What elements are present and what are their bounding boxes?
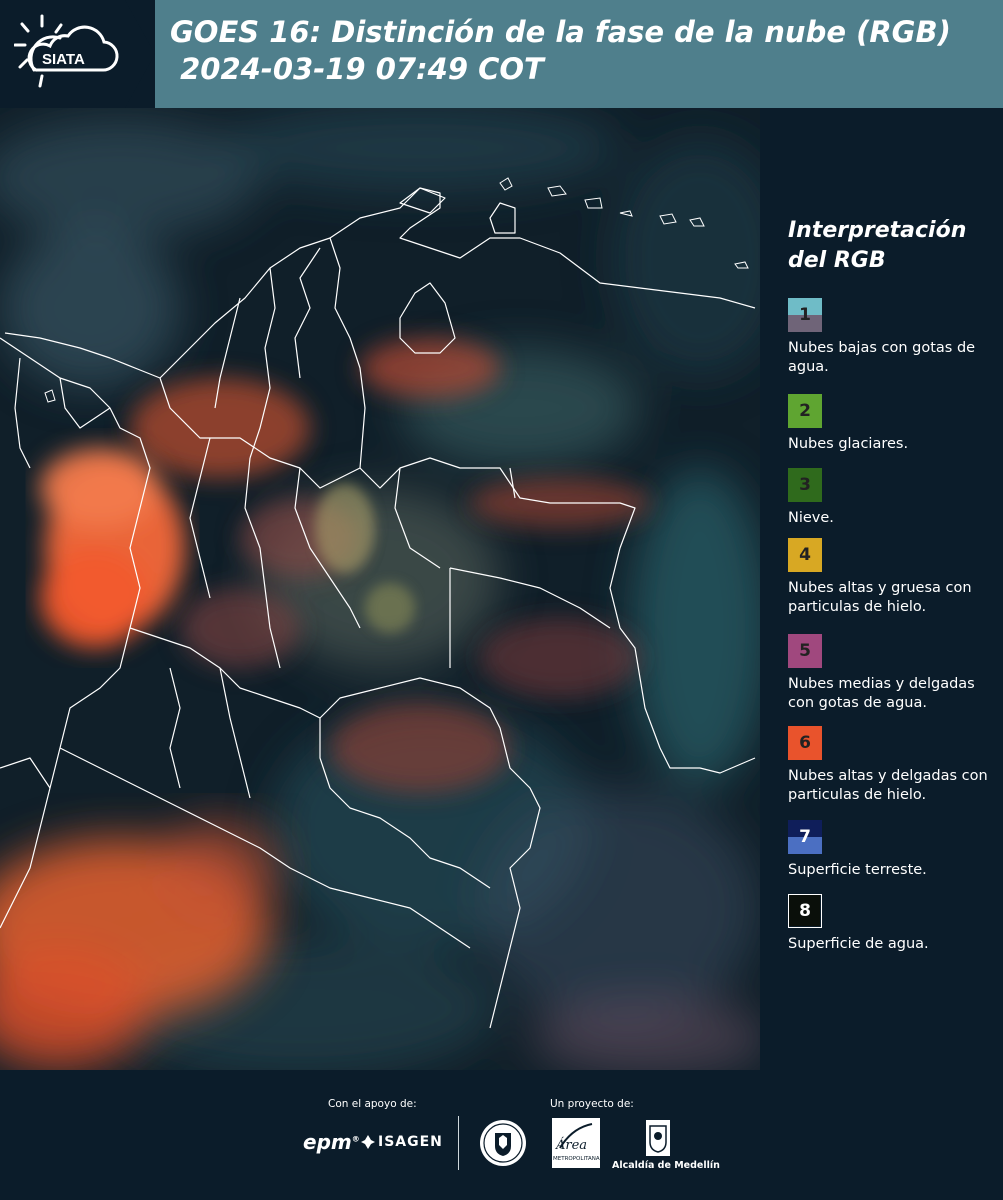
legend-swatch-8: 8	[788, 894, 822, 928]
logo-arrow-shape	[125, 0, 155, 108]
legend-item-8: 8 Superficie de agua.	[788, 894, 998, 954]
siata-logo-text: SIATA	[42, 51, 85, 68]
legend-swatch-2: 2	[788, 394, 822, 428]
legend-swatch-7: 7	[788, 820, 822, 854]
legend-swatch-1: 1	[788, 298, 822, 332]
legend-number-1: 1	[799, 305, 811, 325]
antioquia-seal-icon	[480, 1120, 526, 1166]
legend-number-5: 5	[799, 641, 811, 661]
footer-divider	[458, 1116, 459, 1170]
legend-number-3: 3	[799, 475, 811, 495]
epm-logo-text: epm	[303, 1130, 352, 1154]
legend-label-7: Superficie terreste.	[788, 862, 927, 878]
legend-item-1: 1 Nubes bajas con gotas de agua.	[788, 298, 998, 377]
legend-label-1: Nubes bajas con gotas de agua.	[788, 340, 976, 375]
legend-title: Interpretación del RGB	[788, 218, 967, 273]
satellite-map	[0, 108, 760, 1070]
legend-panel: Interpretación del RGB 1 Nubes bajas con…	[760, 108, 1003, 1070]
isagen-mark-icon	[361, 1135, 375, 1149]
legend-number-2: 2	[799, 401, 811, 421]
legend-item-4: 4 Nubes altas y gruesa con particulas de…	[788, 538, 998, 617]
title-line-2: 2024-03-19 07:49 COT	[170, 52, 544, 86]
legend-swatch-4: 4	[788, 538, 822, 572]
legend-swatch-6: 6	[788, 726, 822, 760]
legend-number-7: 7	[799, 827, 811, 847]
siata-logo-icon: SIATA	[14, 14, 119, 88]
legend-label-8: Superficie de agua.	[788, 936, 929, 952]
legend-label-5: Nubes medias y delgadas con gotas de agu…	[788, 676, 975, 711]
legend-item-3: 3 Nieve.	[788, 468, 998, 528]
footer: Con el apoyo de: Un proyecto de: epm® IS…	[0, 1070, 1003, 1200]
area-logo-subtext: METROPOLITANA	[553, 1156, 600, 1162]
isagen-logo-text: ISAGEN	[378, 1134, 443, 1150]
project-label: Un proyecto de:	[550, 1098, 634, 1110]
epm-logo: epm®	[303, 1130, 360, 1154]
legend-swatch-5: 5	[788, 634, 822, 668]
legend-label-4: Nubes altas y gruesa con particulas de h…	[788, 580, 972, 615]
area-logo-text: Área	[556, 1138, 588, 1153]
legend-label-3: Nieve.	[788, 510, 834, 526]
legend-item-5: 5 Nubes medias y delgadas con gotas de a…	[788, 634, 998, 713]
legend-item-2: 2 Nubes glaciares.	[788, 394, 998, 454]
legend-label-6: Nubes altas y delgadas con particulas de…	[788, 768, 988, 803]
legend-swatch-3: 3	[788, 468, 822, 502]
legend-number-8: 8	[799, 901, 811, 921]
legend-label-2: Nubes glaciares.	[788, 436, 909, 452]
legend-item-7: 7 Superficie terreste.	[788, 820, 998, 880]
legend-number-4: 4	[799, 545, 811, 565]
support-label: Con el apoyo de:	[328, 1098, 417, 1110]
medellin-logo-text: Alcaldía de Medellín	[612, 1160, 720, 1171]
page-title: GOES 16: Distinción de la fase de la nub…	[170, 14, 951, 88]
satellite-image	[0, 108, 760, 1070]
header-bar: SIATA GOES 16: Distinción de la fase de …	[0, 0, 1003, 108]
medellin-seal-icon	[646, 1120, 670, 1156]
legend-item-6: 6 Nubes altas y delgadas con particulas …	[788, 726, 998, 805]
legend-number-6: 6	[799, 733, 811, 753]
title-line-1: GOES 16: Distinción de la fase de la nub…	[170, 15, 951, 49]
